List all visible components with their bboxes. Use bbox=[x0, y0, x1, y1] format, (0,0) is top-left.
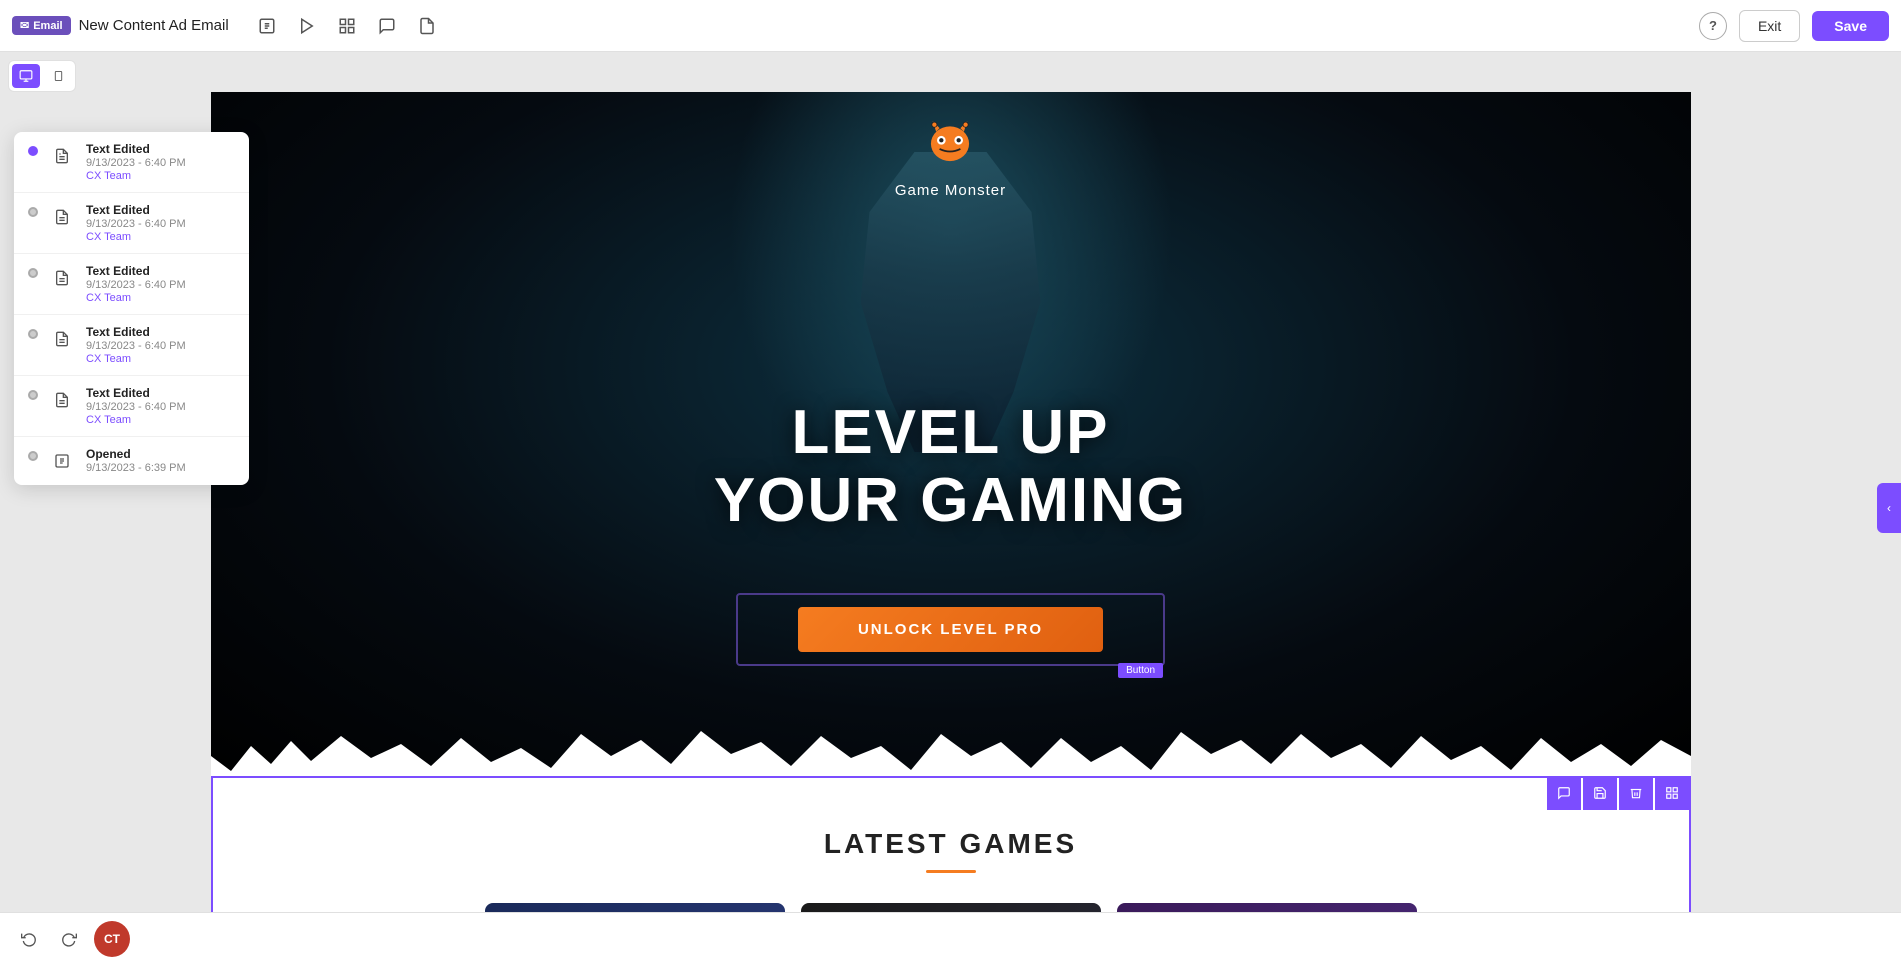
history-icon-1 bbox=[48, 203, 76, 231]
section-delete-btn[interactable] bbox=[1619, 776, 1653, 810]
history-content-5: Opened 9/13/2023 - 6:39 PM bbox=[86, 447, 186, 474]
toolbar-icons bbox=[249, 8, 445, 44]
file-icon-btn[interactable] bbox=[409, 8, 445, 44]
history-team-3: CX Team bbox=[86, 353, 186, 365]
history-item-4[interactable]: Text Edited 9/13/2023 - 6:40 PM CX Team bbox=[14, 376, 249, 437]
history-item-0[interactable]: Text Edited 9/13/2023 - 6:40 PM CX Team bbox=[14, 132, 249, 193]
history-dot-2 bbox=[28, 268, 38, 278]
undo-button[interactable] bbox=[14, 924, 44, 954]
email-icon: ✉ bbox=[20, 19, 29, 32]
email-badge: ✉ Email bbox=[12, 16, 71, 35]
canvas-area[interactable]: Game Monster LEVEL UP YOUR GAMING UNLOCK… bbox=[0, 52, 1901, 964]
mobile-device-btn[interactable] bbox=[44, 64, 72, 88]
history-item-1[interactable]: Text Edited 9/13/2023 - 6:40 PM CX Team bbox=[14, 193, 249, 254]
history-icon-4 bbox=[48, 386, 76, 414]
chevron-left-icon: ‹ bbox=[1887, 501, 1891, 515]
main-area: Game Monster LEVEL UP YOUR GAMING UNLOCK… bbox=[0, 52, 1901, 964]
user-avatar[interactable]: CT bbox=[94, 921, 130, 957]
comment-icon-btn[interactable] bbox=[369, 8, 405, 44]
cta-button[interactable]: UNLOCK LEVEL PRO bbox=[798, 607, 1103, 652]
history-team-4: CX Team bbox=[86, 414, 186, 426]
history-team-1: CX Team bbox=[86, 231, 186, 243]
history-date-3: 9/13/2023 - 6:40 PM bbox=[86, 340, 186, 352]
preview-icon-btn[interactable] bbox=[249, 8, 285, 44]
email-canvas: Game Monster LEVEL UP YOUR GAMING UNLOCK… bbox=[211, 92, 1691, 964]
grid-icon-btn[interactable] bbox=[329, 8, 365, 44]
hero-line2: YOUR GAMING bbox=[714, 466, 1187, 535]
bottom-bar: CT bbox=[0, 912, 1901, 964]
history-icon-5 bbox=[48, 447, 76, 475]
history-item-5[interactable]: Opened 9/13/2023 - 6:39 PM bbox=[14, 437, 249, 485]
section-divider bbox=[926, 870, 976, 873]
history-content-4: Text Edited 9/13/2023 - 6:40 PM CX Team bbox=[86, 386, 186, 426]
history-team-0: CX Team bbox=[86, 170, 186, 182]
history-action-3: Text Edited bbox=[86, 325, 186, 339]
save-button[interactable]: Save bbox=[1812, 11, 1889, 41]
history-item-3[interactable]: Text Edited 9/13/2023 - 6:40 PM CX Team bbox=[14, 315, 249, 376]
section-toolbar bbox=[1547, 776, 1689, 810]
help-button[interactable]: ? bbox=[1699, 12, 1727, 40]
history-date-4: 9/13/2023 - 6:40 PM bbox=[86, 401, 186, 413]
document-title: New Content Ad Email bbox=[79, 17, 229, 34]
device-bar bbox=[8, 60, 76, 92]
history-date-5: 9/13/2023 - 6:39 PM bbox=[86, 462, 186, 474]
cta-wrapper: UNLOCK LEVEL PRO Button bbox=[736, 593, 1165, 666]
history-icon-0 bbox=[48, 142, 76, 170]
send-icon-btn[interactable] bbox=[289, 8, 325, 44]
logo-area: Game Monster bbox=[895, 116, 1006, 199]
history-dot-3 bbox=[28, 329, 38, 339]
history-content-1: Text Edited 9/13/2023 - 6:40 PM CX Team bbox=[86, 203, 186, 243]
history-action-5: Opened bbox=[86, 447, 186, 461]
history-dot-5 bbox=[28, 451, 38, 461]
history-content-0: Text Edited 9/13/2023 - 6:40 PM CX Team bbox=[86, 142, 186, 182]
section-comment-btn[interactable] bbox=[1547, 776, 1581, 810]
toolbar-right: ? Exit Save bbox=[1699, 10, 1889, 42]
history-action-1: Text Edited bbox=[86, 203, 186, 217]
button-tag: Button bbox=[1118, 663, 1163, 678]
history-panel: Text Edited 9/13/2023 - 6:40 PM CX Team … bbox=[14, 132, 249, 485]
history-dot-0 bbox=[28, 146, 38, 156]
history-action-2: Text Edited bbox=[86, 264, 186, 278]
history-team-2: CX Team bbox=[86, 292, 186, 304]
history-date-2: 9/13/2023 - 6:40 PM bbox=[86, 279, 186, 291]
right-panel-collapse[interactable]: ‹ bbox=[1877, 483, 1901, 533]
history-content-2: Text Edited 9/13/2023 - 6:40 PM CX Team bbox=[86, 264, 186, 304]
hero-section: Game Monster LEVEL UP YOUR GAMING UNLOCK… bbox=[211, 92, 1691, 776]
toolbar: ✉ Email New Content Ad Email ? Exit Save bbox=[0, 0, 1901, 52]
logo-icon bbox=[924, 116, 976, 178]
history-dot-1 bbox=[28, 207, 38, 217]
history-content-3: Text Edited 9/13/2023 - 6:40 PM CX Team bbox=[86, 325, 186, 365]
history-action-0: Text Edited bbox=[86, 142, 186, 156]
section-save-btn[interactable] bbox=[1583, 776, 1617, 810]
history-action-4: Text Edited bbox=[86, 386, 186, 400]
section-title: LATEST GAMES bbox=[253, 828, 1649, 860]
section-more-btn[interactable] bbox=[1655, 776, 1689, 810]
redo-button[interactable] bbox=[54, 924, 84, 954]
history-date-1: 9/13/2023 - 6:40 PM bbox=[86, 218, 186, 230]
hero-headline: LEVEL UP YOUR GAMING bbox=[714, 399, 1187, 535]
history-date-0: 9/13/2023 - 6:40 PM bbox=[86, 157, 186, 169]
history-item-2[interactable]: Text Edited 9/13/2023 - 6:40 PM CX Team bbox=[14, 254, 249, 315]
hero-line1: LEVEL UP bbox=[791, 398, 1109, 467]
logo-text: Game Monster bbox=[895, 182, 1006, 199]
history-icon-2 bbox=[48, 264, 76, 292]
history-dot-4 bbox=[28, 390, 38, 400]
desktop-device-btn[interactable] bbox=[12, 64, 40, 88]
history-icon-3 bbox=[48, 325, 76, 353]
exit-button[interactable]: Exit bbox=[1739, 10, 1800, 42]
